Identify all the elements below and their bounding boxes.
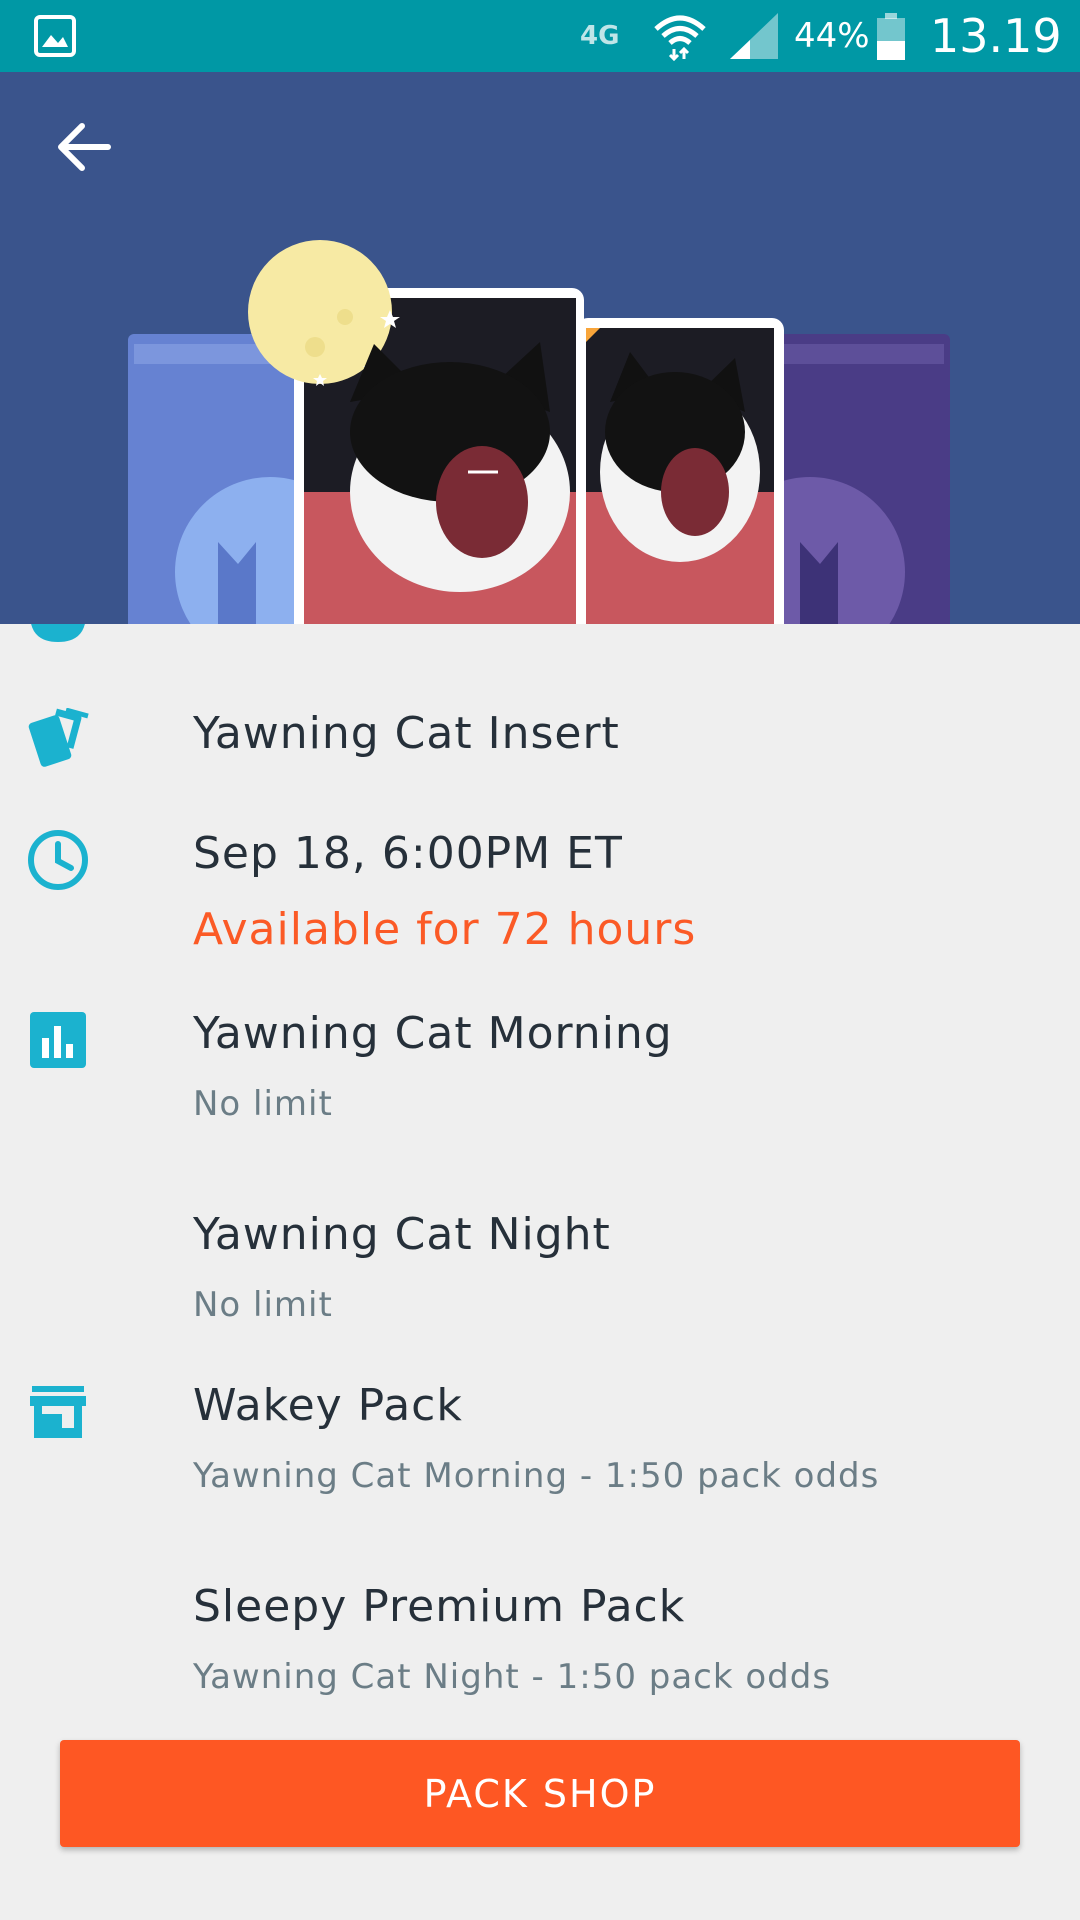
release-date: Sep 18, 6:00PM ET (193, 828, 623, 879)
gallery-icon (34, 0, 76, 72)
hero-image (128, 240, 950, 624)
card-night-title: Yawning Cat Night (193, 1209, 611, 1260)
battery-percent: 44% (794, 16, 870, 56)
sleepy-pack-odds: Yawning Cat Night - 1:50 pack odds (193, 1657, 832, 1697)
chart-icon (26, 1008, 90, 1072)
wakey-pack-title: Wakey Pack (193, 1380, 463, 1431)
card-morning-limit: No limit (193, 1084, 333, 1124)
network-type: 4G (580, 21, 620, 51)
clock-icon (26, 828, 90, 892)
cards-icon (26, 708, 90, 772)
card-back (576, 318, 784, 624)
status-time: 13.19 (930, 9, 1062, 63)
header (0, 72, 1080, 624)
pack-shop-button[interactable]: PACK SHOP (60, 1740, 1020, 1847)
badge-icon (26, 624, 90, 646)
sleepy-pack-title: Sleepy Premium Pack (193, 1581, 686, 1632)
back-button[interactable] (50, 112, 120, 182)
rarity-title: Evo (193, 624, 277, 633)
details-list: Evo Yawning Cat Insert Sep 18, 6:00PM ET… (0, 624, 1080, 1704)
signal-icon (728, 0, 780, 72)
card-morning-title: Yawning Cat Morning (193, 1008, 673, 1059)
wakey-pack-odds: Yawning Cat Morning - 1:50 pack odds (193, 1456, 880, 1496)
wifi-icon (652, 0, 708, 72)
card-front (248, 240, 584, 624)
set-title: Yawning Cat Insert (193, 708, 620, 759)
status-bar: 4G 44% 13.19 (0, 0, 1080, 72)
battery-icon (876, 0, 906, 72)
card-night-limit: No limit (193, 1285, 333, 1325)
availability-text: Available for 72 hours (193, 904, 697, 955)
store-icon (26, 1380, 90, 1444)
arrow-left-icon (58, 123, 111, 171)
